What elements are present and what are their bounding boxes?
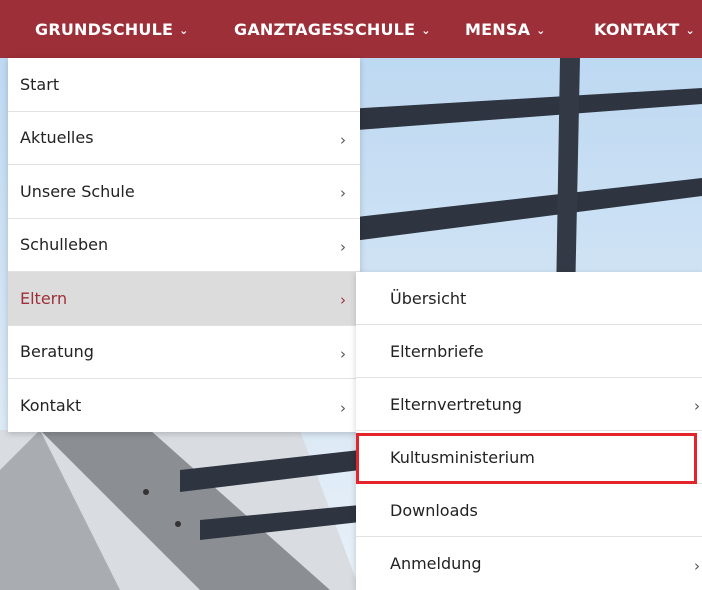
menu-item-eltern[interactable]: Eltern ›: [8, 272, 360, 326]
nav-label: GRUNDSCHULE: [35, 19, 174, 39]
nav-label: GANZTAGESSCHULE: [234, 19, 416, 39]
menu-item-label: Übersicht: [390, 288, 467, 308]
submenu-item-anmeldung[interactable]: Anmeldung ›: [356, 537, 702, 590]
nav-item-kontakt[interactable]: KONTAKT ⌄: [594, 0, 695, 58]
chevron-down-icon: ⌄: [685, 23, 695, 37]
chevron-right-icon: ›: [694, 556, 700, 575]
chevron-right-icon: ›: [340, 237, 346, 256]
submenu-item-kultusministerium[interactable]: Kultusministerium: [356, 431, 702, 484]
chevron-right-icon: ›: [340, 344, 346, 363]
menu-item-label: Elternvertretung: [390, 394, 523, 414]
dropdown-menu-grundschule: Start Aktuelles › Unsere Schule › Schull…: [8, 58, 360, 432]
menu-item-aktuelles[interactable]: Aktuelles ›: [8, 112, 360, 165]
menu-item-unsere-schule[interactable]: Unsere Schule ›: [8, 165, 360, 219]
submenu-item-downloads[interactable]: Downloads: [356, 484, 702, 537]
menu-item-beratung[interactable]: Beratung ›: [8, 326, 360, 379]
menu-item-label: Downloads: [390, 500, 478, 520]
menu-item-label: Kultusministerium: [390, 447, 535, 467]
chevron-right-icon: ›: [340, 130, 346, 149]
menu-item-label: Eltern: [20, 288, 68, 308]
menu-item-kontakt[interactable]: Kontakt ›: [8, 379, 360, 433]
submenu-eltern: Übersicht Elternbriefe Elternvertretung …: [356, 272, 702, 590]
menu-item-schulleben[interactable]: Schulleben ›: [8, 219, 360, 272]
menu-item-label: Schulleben: [20, 235, 109, 255]
menu-item-label: Beratung: [20, 342, 94, 362]
menu-item-label: Anmeldung: [390, 554, 482, 573]
menu-item-label: Start: [20, 74, 60, 94]
nav-item-mensa[interactable]: MENSA ⌄: [465, 0, 546, 58]
nav-item-ganztagesschule[interactable]: GANZTAGESSCHULE ⌄: [234, 0, 431, 58]
submenu-item-elternvertretung[interactable]: Elternvertretung ›: [356, 378, 702, 431]
main-navigation: GRUNDSCHULE ⌄ GANZTAGESSCHULE ⌄ MENSA ⌄ …: [0, 0, 702, 58]
chevron-down-icon: ⌄: [536, 23, 546, 37]
chevron-down-icon: ⌄: [179, 23, 189, 37]
menu-item-label: Unsere Schule: [20, 181, 135, 201]
menu-item-label: Elternbriefe: [390, 341, 484, 361]
menu-item-label: Aktuelles: [20, 128, 94, 148]
menu-item-start[interactable]: Start: [8, 58, 360, 112]
submenu-item-uebersicht[interactable]: Übersicht: [356, 272, 702, 325]
menu-item-label: Kontakt: [20, 396, 82, 416]
chevron-right-icon: ›: [694, 396, 700, 415]
nav-label: MENSA: [465, 19, 531, 39]
chevron-right-icon: ›: [340, 398, 346, 417]
nav-item-grundschule[interactable]: GRUNDSCHULE ⌄: [35, 0, 189, 58]
nav-label: KONTAKT: [594, 19, 680, 39]
chevron-right-icon: ›: [340, 184, 346, 203]
chevron-right-icon: ›: [340, 291, 346, 310]
submenu-item-elternbriefe[interactable]: Elternbriefe: [356, 325, 702, 378]
chevron-down-icon: ⌄: [421, 23, 431, 37]
